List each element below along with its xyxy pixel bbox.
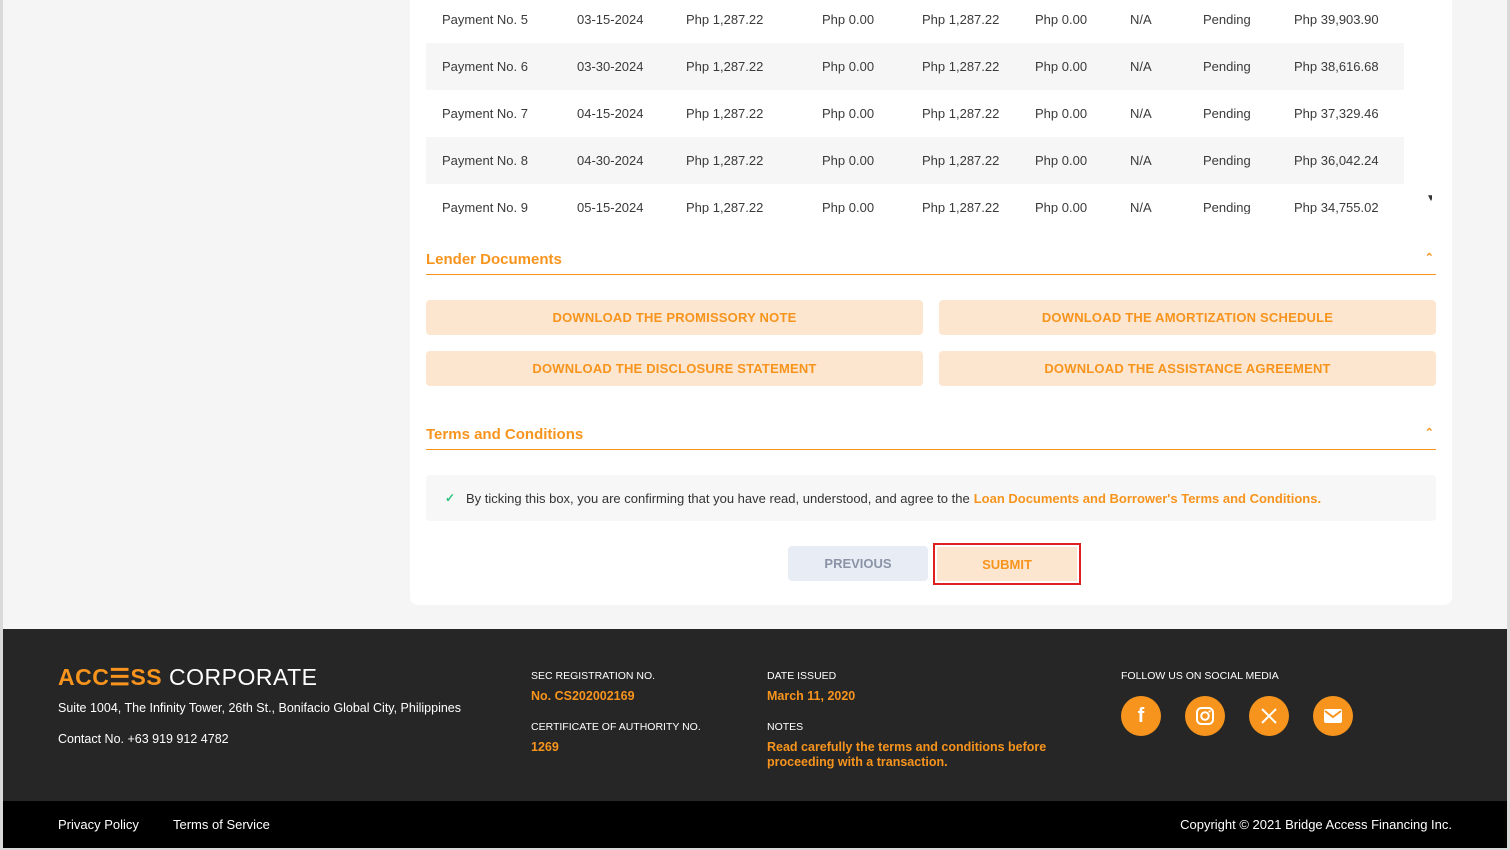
sec-value: No. CS202002169 — [531, 689, 635, 703]
penalty: Php 0.00 — [822, 12, 875, 27]
amount-paid: Php 0.00 — [1035, 106, 1088, 121]
penalty: Php 0.00 — [822, 200, 875, 214]
payment-label: Payment No. 6 — [442, 59, 528, 74]
payment-label: Payment No. 8 — [442, 153, 528, 168]
section-title: Lender Documents — [426, 251, 562, 268]
copyright: Copyright © 2021 Bridge Access Financing… — [1180, 817, 1452, 832]
balance: Php 36,042.24 — [1294, 153, 1379, 168]
sec-label: SEC REGISTRATION NO. — [531, 670, 656, 682]
due-date: 03-30-2024 — [577, 59, 644, 74]
balance: Php 37,329.46 — [1294, 106, 1379, 121]
penalty: Php 0.00 — [822, 59, 875, 74]
reference: N/A — [1130, 153, 1152, 168]
download-amortization-schedule-button[interactable]: DOWNLOAD THE AMORTIZATION SCHEDULE — [939, 300, 1436, 335]
reference: N/A — [1130, 200, 1152, 214]
facebook-icon[interactable]: f — [1121, 696, 1161, 736]
total-due: Php 1,287.22 — [922, 106, 1000, 121]
footer: ACC☰SS CORPORATE Suite 1004, The Infinit… — [3, 629, 1507, 801]
amount-paid: Php 0.00 — [1035, 12, 1088, 27]
date-value: March 11, 2020 — [767, 689, 856, 703]
amount-due: Php 1,287.22 — [686, 106, 764, 121]
total-due: Php 1,287.22 — [922, 200, 1000, 214]
download-promissory-note-button[interactable]: DOWNLOAD THE PROMISSORY NOTE — [426, 300, 923, 335]
table-row: Payment No. 6 03-30-2024 Php 1,287.22 Ph… — [426, 43, 1404, 90]
loan-card: Payment No. 5 03-15-2024 Php 1,287.22 Ph… — [410, 0, 1452, 605]
reference: N/A — [1130, 12, 1152, 27]
table-row: Payment No. 9 05-15-2024 Php 1,287.22 Ph… — [426, 184, 1404, 214]
status: Pending — [1203, 153, 1251, 168]
privacy-policy-link[interactable]: Privacy Policy — [58, 817, 139, 832]
company-address: Suite 1004, The Infinity Tower, 26th St.… — [58, 701, 462, 715]
instagram-icon[interactable] — [1185, 696, 1225, 736]
amount-due: Php 1,287.22 — [686, 200, 764, 214]
terms-link[interactable]: Loan Documents and Borrower's Terms and … — [974, 491, 1321, 506]
table-row: Payment No. 5 03-15-2024 Php 1,287.22 Ph… — [426, 0, 1404, 43]
previous-button[interactable]: PREVIOUS — [788, 546, 928, 581]
terms-header[interactable]: Terms and Conditions ⌃ — [426, 420, 1436, 450]
page-frame: Payment No. 5 03-15-2024 Php 1,287.22 Ph… — [3, 0, 1507, 848]
download-disclosure-statement-button[interactable]: DOWNLOAD THE DISCLOSURE STATEMENT — [426, 351, 923, 386]
reference: N/A — [1130, 106, 1152, 121]
payment-label: Payment No. 7 — [442, 106, 528, 121]
submit-button[interactable]: SUBMIT — [937, 547, 1077, 581]
chevron-up-icon[interactable]: ⌃ — [1425, 426, 1434, 439]
terms-of-service-link[interactable]: Terms of Service — [173, 817, 270, 832]
social-label: FOLLOW US ON SOCIAL MEDIA — [1121, 670, 1279, 682]
due-date: 04-15-2024 — [577, 106, 644, 121]
contact-number: Contact No. +63 919 912 4782 — [58, 732, 229, 746]
status: Pending — [1203, 59, 1251, 74]
notes-label: NOTES — [767, 721, 804, 733]
payment-label: Payment No. 5 — [442, 12, 528, 27]
submit-button-highlight[interactable]: SUBMIT — [933, 543, 1081, 585]
terms-text: By ticking this box, you are confirming … — [466, 490, 970, 506]
x-icon[interactable] — [1249, 696, 1289, 736]
lender-documents-header[interactable]: Lender Documents ⌃ — [426, 245, 1436, 275]
coa-value: 1269 — [531, 740, 559, 754]
amount-due: Php 1,287.22 — [686, 12, 764, 27]
date-label: DATE ISSUED — [767, 670, 837, 682]
amount-paid: Php 0.00 — [1035, 59, 1088, 74]
status: Pending — [1203, 106, 1251, 121]
amount-paid: Php 0.00 — [1035, 153, 1088, 168]
chevron-up-icon[interactable]: ⌃ — [1425, 251, 1434, 264]
total-due: Php 1,287.22 — [922, 12, 1000, 27]
due-date: 04-30-2024 — [577, 153, 644, 168]
terms-agreement: ✓ By ticking this box, you are confirmin… — [426, 475, 1436, 521]
penalty: Php 0.00 — [822, 153, 875, 168]
coa-label: CERTIFICATE OF AUTHORITY NO. — [531, 721, 701, 733]
amount-paid: Php 0.00 — [1035, 200, 1088, 214]
due-date: 03-15-2024 — [577, 12, 644, 27]
table-row: Payment No. 8 04-30-2024 Php 1,287.22 Ph… — [426, 137, 1404, 184]
email-icon[interactable] — [1313, 696, 1353, 736]
penalty: Php 0.00 — [822, 106, 875, 121]
total-due: Php 1,287.22 — [922, 59, 1000, 74]
amortization-table[interactable]: Payment No. 5 03-15-2024 Php 1,287.22 Ph… — [426, 0, 1432, 214]
download-assistance-agreement-button[interactable]: DOWNLOAD THE ASSISTANCE AGREEMENT — [939, 351, 1436, 386]
reference: N/A — [1130, 59, 1152, 74]
checkbox-checked-icon[interactable]: ✓ — [443, 491, 457, 505]
brand-logo: ACC☰SS CORPORATE — [58, 664, 318, 690]
balance: Php 34,755.02 — [1294, 200, 1379, 214]
section-title: Terms and Conditions — [426, 426, 584, 443]
table-row: Payment No. 7 04-15-2024 Php 1,287.22 Ph… — [426, 90, 1404, 137]
scroll-down-icon[interactable]: ▼ — [1426, 193, 1432, 204]
notes-value: Read carefully the terms and conditions … — [767, 740, 1047, 769]
amount-due: Php 1,287.22 — [686, 153, 764, 168]
payment-label: Payment No. 9 — [442, 200, 528, 214]
total-due: Php 1,287.22 — [922, 153, 1000, 168]
amount-due: Php 1,287.22 — [686, 59, 764, 74]
status: Pending — [1203, 200, 1251, 214]
status: Pending — [1203, 12, 1251, 27]
balance: Php 38,616.68 — [1294, 59, 1379, 74]
balance: Php 39,903.90 — [1294, 12, 1379, 27]
bottom-bar: Privacy Policy Terms of Service Copyrigh… — [3, 801, 1507, 848]
due-date: 05-15-2024 — [577, 200, 644, 214]
